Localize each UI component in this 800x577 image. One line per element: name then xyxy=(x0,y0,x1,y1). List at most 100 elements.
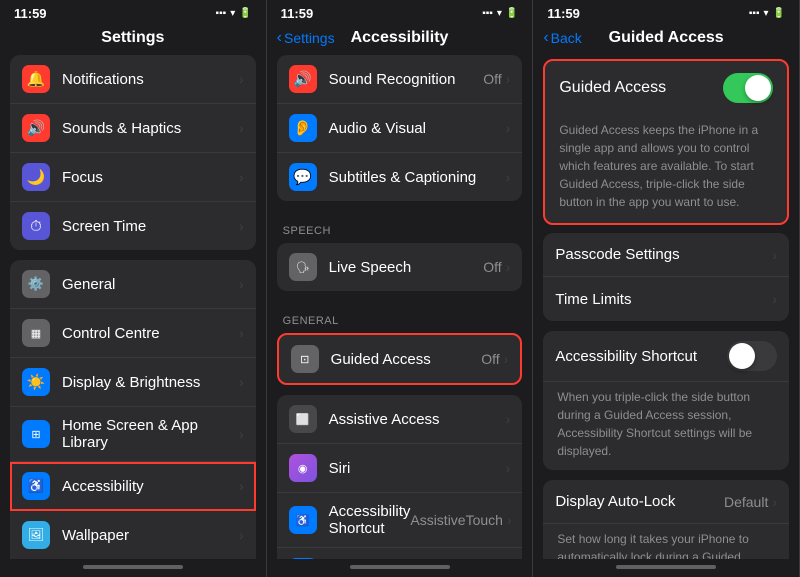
status-time-2: 11:59 xyxy=(281,6,314,21)
home-indicator-2 xyxy=(350,565,450,569)
nav-title-1: Settings xyxy=(101,29,164,47)
status-time-3: 11:59 xyxy=(547,6,580,21)
general-icon: ⚙️ xyxy=(22,270,50,298)
chevron-icon: › xyxy=(772,291,777,307)
notifications-icon: 🔔 xyxy=(22,65,50,93)
status-icons-3: ▪▪▪ ▾ 🔋 xyxy=(749,8,785,19)
sidebar-item-general[interactable]: ⚙️ General › xyxy=(10,260,256,309)
chevron-icon: › xyxy=(239,426,244,442)
chevron-icon: › xyxy=(504,351,509,367)
sidebar-item-wallpaper[interactable]: 🖼 Wallpaper › xyxy=(10,511,256,559)
sound-recognition-icon: 🔊 xyxy=(289,65,317,93)
home-indicator-3 xyxy=(616,565,716,569)
nav-bar-1: Settings xyxy=(0,25,266,55)
sidebar-item-home-screen[interactable]: ⊞ Home Screen & App Library › xyxy=(10,407,256,462)
wifi-icon-1: ▾ xyxy=(230,8,235,19)
settings-main-panel: 11:59 ▪▪▪ ▾ 🔋 Settings 🔔 Notifications ›… xyxy=(0,0,267,577)
chevron-icon: › xyxy=(239,169,244,185)
guided-access-settings-group: Passcode Settings › Time Limits › xyxy=(543,233,789,321)
item-assistive-access[interactable]: ⬜ Assistive Access › xyxy=(277,395,523,444)
siri-icon: ◉ xyxy=(289,454,317,482)
battery-icon-3: 🔋 xyxy=(773,8,785,19)
chevron-icon: › xyxy=(239,527,244,543)
display-icon: ☀️ xyxy=(22,368,50,396)
signal-icon-1: ▪▪▪ xyxy=(216,8,227,19)
chevron-icon: › xyxy=(507,512,512,528)
home-screen-icon: ⊞ xyxy=(22,420,50,448)
display-autolock-label: Display Auto-Lock xyxy=(555,493,724,510)
sound-recognition-label: Sound Recognition xyxy=(329,71,484,88)
chevron-icon: › xyxy=(506,259,511,275)
settings-list-3[interactable]: Guided Access Guided Access keeps the iP… xyxy=(533,55,799,559)
item-per-app-settings[interactable]: 📱 Per-App Settings › xyxy=(277,548,523,559)
accessibility-shortcut-toggle[interactable] xyxy=(727,341,777,371)
display-label: Display & Brightness xyxy=(62,374,239,391)
display-autolock-group: Display Auto-Lock Default › Set how long… xyxy=(543,480,789,559)
item-accessibility-shortcut-ga[interactable]: Accessibility Shortcut xyxy=(543,331,789,382)
item-audio-visual[interactable]: 👂 Audio & Visual › xyxy=(277,104,523,153)
settings-list-1[interactable]: 🔔 Notifications › 🔊 Sounds & Haptics › 🌙 xyxy=(0,55,266,559)
live-speech-value: Off xyxy=(483,259,501,275)
guided-access-description: Guided Access keeps the iPhone in a sing… xyxy=(545,115,787,223)
sidebar-item-sounds[interactable]: 🔊 Sounds & Haptics › xyxy=(10,104,256,153)
live-speech-label: Live Speech xyxy=(329,259,484,276)
battery-icon-1: 🔋 xyxy=(239,8,251,19)
status-icons-1: ▪▪▪ ▾ 🔋 xyxy=(216,8,252,19)
guided-toggle-label: Guided Access xyxy=(559,79,723,97)
guided-access-toggle[interactable] xyxy=(723,73,773,103)
sidebar-item-notifications[interactable]: 🔔 Notifications › xyxy=(10,55,256,104)
wifi-icon-2: ▾ xyxy=(497,8,502,19)
siri-label: Siri xyxy=(329,460,506,477)
item-passcode-settings[interactable]: Passcode Settings › xyxy=(543,233,789,277)
item-accessibility-shortcut[interactable]: ♿ Accessibility Shortcut AssistiveTouch … xyxy=(277,493,523,548)
live-speech-icon: 🗣 xyxy=(289,253,317,281)
nav-bar-2: ‹ Settings Accessibility xyxy=(267,25,533,55)
wifi-icon-3: ▾ xyxy=(764,8,769,19)
status-time-1: 11:59 xyxy=(14,6,47,21)
time-limits-label: Time Limits xyxy=(555,291,772,308)
back-button-2[interactable]: ‹ Settings xyxy=(277,29,335,47)
sound-recognition-value: Off xyxy=(483,71,501,87)
item-subtitles[interactable]: 💬 Subtitles & Captioning › xyxy=(277,153,523,201)
back-label-2: Settings xyxy=(284,30,335,46)
nav-title-3: Guided Access xyxy=(609,29,724,47)
sidebar-item-accessibility[interactable]: ♿ Accessibility › xyxy=(10,462,256,511)
item-sound-recognition[interactable]: 🔊 Sound Recognition Off › xyxy=(277,55,523,104)
speech-group: 🗣 Live Speech Off › xyxy=(277,243,523,291)
accessibility-shortcut-value: AssistiveTouch xyxy=(410,512,503,528)
focus-label: Focus xyxy=(62,169,239,186)
settings-list-2[interactable]: 🔊 Sound Recognition Off › 👂 Audio & Visu… xyxy=(267,55,533,559)
home-screen-label: Home Screen & App Library xyxy=(62,417,239,451)
settings-group-notifications: 🔔 Notifications › 🔊 Sounds & Haptics › 🌙 xyxy=(10,55,256,250)
shortcut-description: When you triple-click the side button du… xyxy=(543,382,789,470)
assistive-access-label: Assistive Access xyxy=(329,411,506,428)
item-guided-access[interactable]: ⊡ Guided Access Off › xyxy=(279,335,521,383)
settings-group-general: ⚙️ General › ▦ Control Centre › ☀️ xyxy=(10,260,256,559)
item-time-limits[interactable]: Time Limits › xyxy=(543,277,789,321)
accessibility-shortcut-ga-label: Accessibility Shortcut xyxy=(555,348,727,365)
sidebar-item-display[interactable]: ☀️ Display & Brightness › xyxy=(10,358,256,407)
accessibility-label: Accessibility xyxy=(62,478,239,495)
autolock-description: Set how long it takes your iPhone to aut… xyxy=(543,524,789,559)
item-display-autolock[interactable]: Display Auto-Lock Default › xyxy=(543,480,789,524)
item-siri[interactable]: ◉ Siri › xyxy=(277,444,523,493)
item-live-speech[interactable]: 🗣 Live Speech Off › xyxy=(277,243,523,291)
general-group-2: ⬜ Assistive Access › ◉ Siri › ♿ xyxy=(277,395,523,559)
sidebar-item-control-centre[interactable]: ▦ Control Centre › xyxy=(10,309,256,358)
back-button-3[interactable]: ‹ Back xyxy=(543,29,581,47)
chevron-icon: › xyxy=(506,71,511,87)
notifications-label: Notifications xyxy=(62,71,239,88)
accessibility-shortcut-label: Accessibility Shortcut xyxy=(329,503,411,537)
screentime-icon: ⏱ xyxy=(22,212,50,240)
wallpaper-label: Wallpaper xyxy=(62,527,239,544)
battery-icon-2: 🔋 xyxy=(506,8,518,19)
nav-bar-3: ‹ Back Guided Access xyxy=(533,25,799,55)
assistive-access-icon: ⬜ xyxy=(289,405,317,433)
accessibility-panel: 11:59 ▪▪▪ ▾ 🔋 ‹ Settings Accessibility 🔊… xyxy=(267,0,534,577)
sidebar-item-focus[interactable]: 🌙 Focus › xyxy=(10,153,256,202)
back-label-3: Back xyxy=(551,30,582,46)
guided-access-label: Guided Access xyxy=(331,351,482,368)
chevron-icon: › xyxy=(772,494,777,510)
wallpaper-icon: 🖼 xyxy=(22,521,50,549)
sidebar-item-screentime[interactable]: ⏱ Screen Time › xyxy=(10,202,256,250)
